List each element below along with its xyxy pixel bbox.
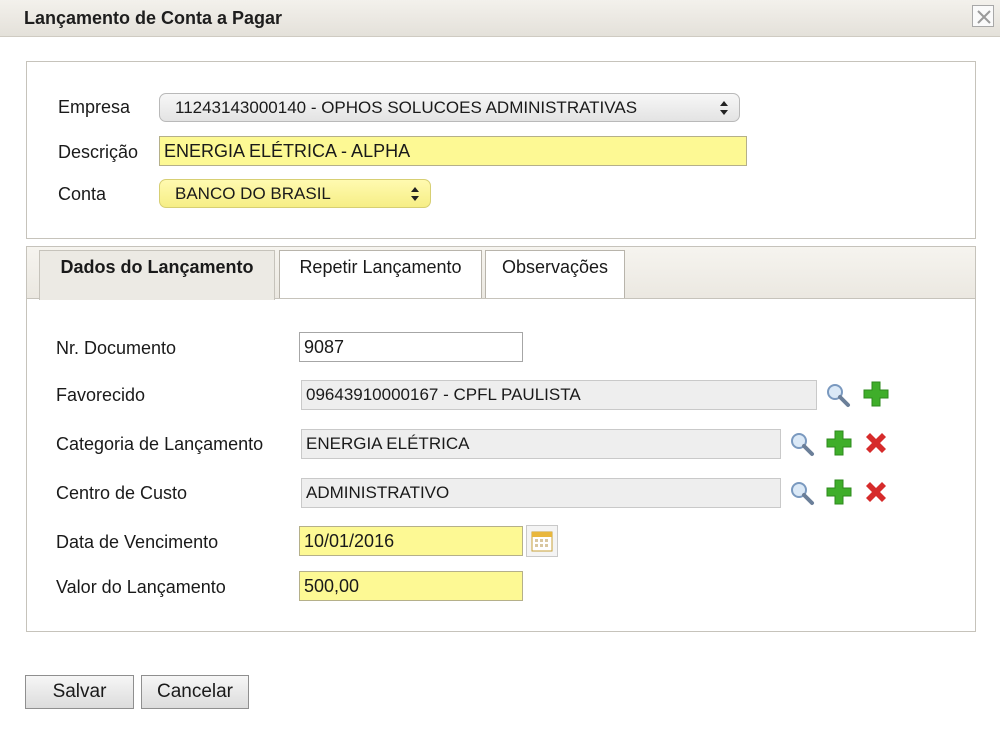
data-vencimento-input[interactable]: 10/01/2016 [299,526,523,556]
nr-documento-input[interactable]: 9087 [299,332,523,362]
search-icon[interactable] [787,478,817,508]
tab-observacoes[interactable]: Observações [485,250,625,298]
conta-label: Conta [58,184,107,204]
descricao-input[interactable]: ENERGIA ELÉTRICA - ALPHA [159,136,747,166]
save-button[interactable]: Salvar [25,675,134,709]
valor-input[interactable]: 500,00 [299,571,523,601]
valor-label: Valor do Lançamento [56,577,226,597]
centro-custo-input[interactable]: ADMINISTRATIVO [301,478,781,508]
tab-repetir-lancamento[interactable]: Repetir Lançamento [279,250,482,298]
cancel-button[interactable]: Cancelar [141,675,249,709]
remove-icon[interactable] [861,477,891,507]
categoria-label: Categoria de Lançamento [56,434,264,454]
centro-custo-value: ADMINISTRATIVO [306,483,450,502]
nr-documento-value: 9087 [304,337,345,357]
categoria-value: ENERGIA ELÉTRICA [306,434,470,453]
conta-select[interactable]: BANCO DO BRASIL [159,179,431,208]
centro-custo-label: Centro de Custo [56,483,188,503]
dialog-titlebar: Lançamento de Conta a Pagar [0,0,1000,37]
tab-strip: Dados do Lançamento Repetir Lançamento O… [27,247,975,300]
select-arrows-icon [720,101,728,115]
search-icon[interactable] [787,429,817,459]
conta-value: BANCO DO BRASIL [175,184,331,203]
data-vencimento-label: Data de Vencimento [56,532,219,552]
empresa-value: 11243143000140 - OPHOS SOLUCOES ADMINIST… [175,98,638,117]
favorecido-input[interactable]: 09643910000167 - CPFL PAULISTA [301,380,817,410]
add-icon[interactable] [861,379,891,409]
empresa-select[interactable]: 11243143000140 - OPHOS SOLUCOES ADMINIST… [159,93,740,122]
descricao-label: Descrição [58,142,139,162]
categoria-input[interactable]: ENERGIA ELÉTRICA [301,429,781,459]
data-vencimento-value: 10/01/2016 [304,531,395,551]
empresa-label: Empresa [58,97,131,117]
favorecido-value: 09643910000167 - CPFL PAULISTA [306,385,581,404]
header-fields-panel: Empresa 11243143000140 - OPHOS SOLUCOES … [26,61,976,239]
close-icon[interactable] [972,5,994,27]
add-icon[interactable] [824,428,854,458]
dialog-body: Empresa 11243143000140 - OPHOS SOLUCOES … [0,37,1000,736]
select-arrows-icon [411,187,419,201]
tab-dados-lancamento[interactable]: Dados do Lançamento [39,250,275,300]
calendar-icon[interactable] [526,525,558,557]
valor-value: 500,00 [304,576,360,596]
tabs-panel: Dados do Lançamento Repetir Lançamento O… [26,246,976,632]
favorecido-label: Favorecido [56,385,146,405]
remove-icon[interactable] [861,428,891,458]
dialog-title: Lançamento de Conta a Pagar [24,8,283,28]
add-icon[interactable] [824,477,854,507]
search-icon[interactable] [823,380,853,410]
nr-documento-label: Nr. Documento [56,338,177,358]
descricao-value: ENERGIA ELÉTRICA - ALPHA [164,141,411,161]
